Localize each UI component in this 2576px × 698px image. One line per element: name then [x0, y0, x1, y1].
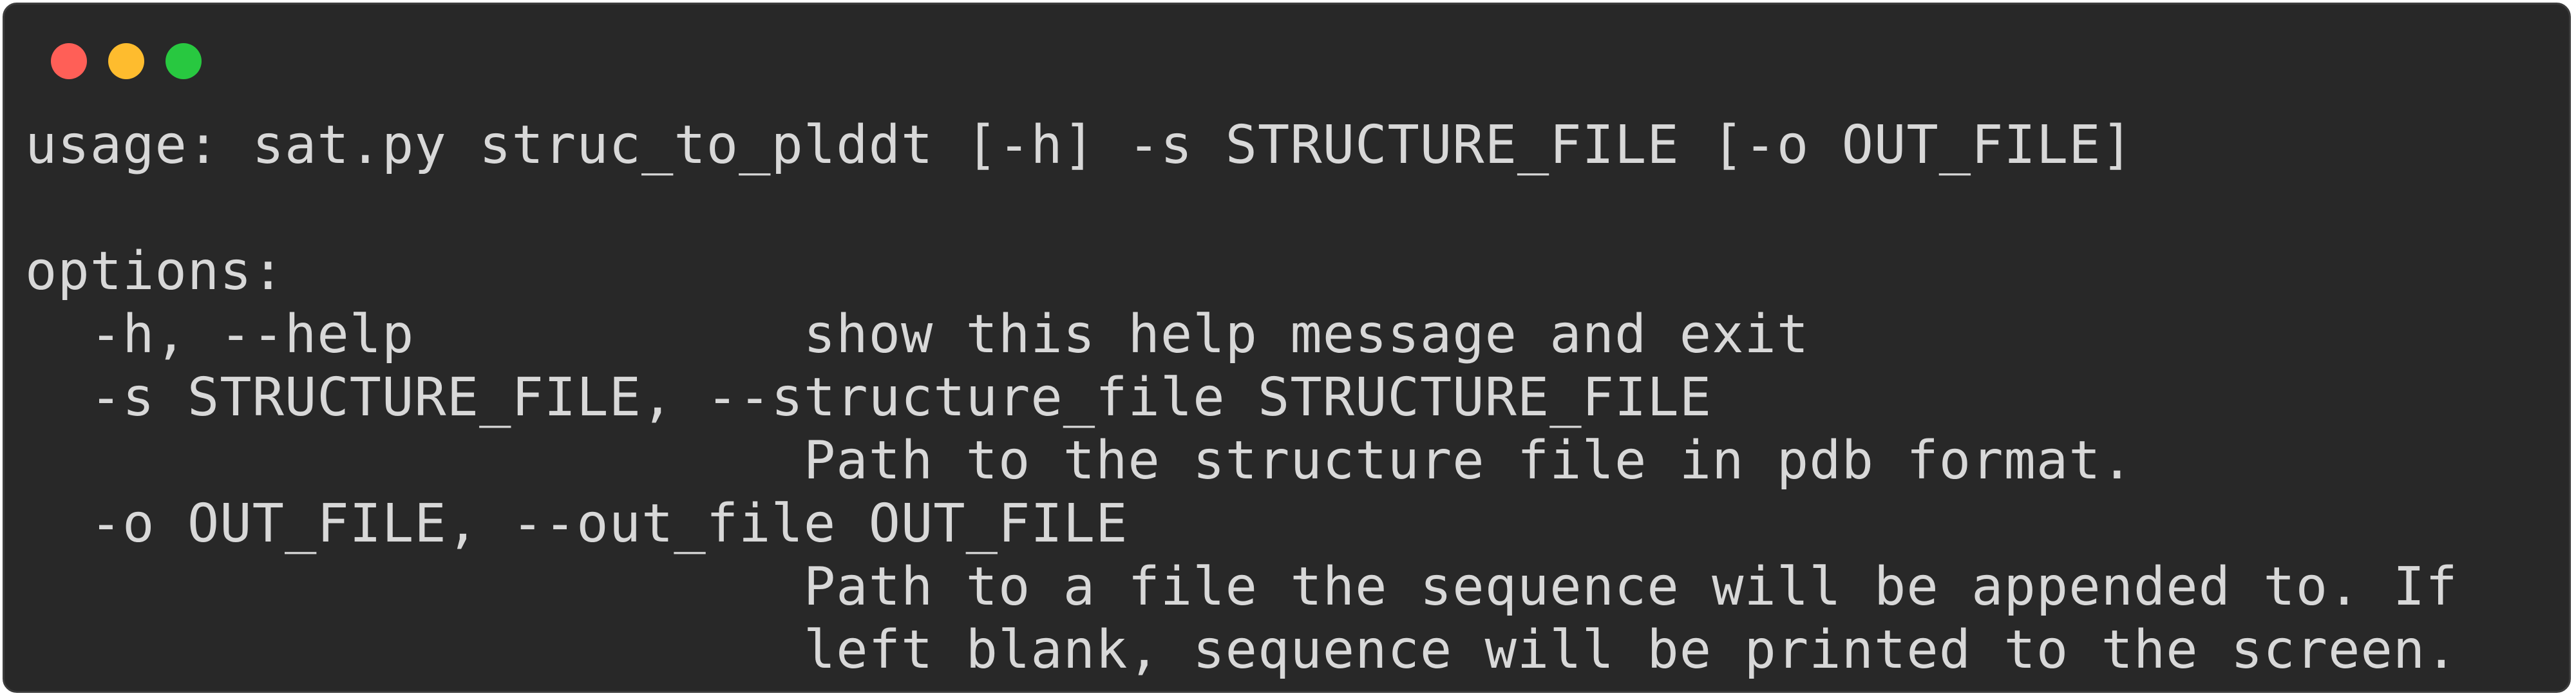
structure-option-line: -s STRUCTURE_FILE, --structure_file STRU…	[25, 367, 1712, 428]
options-heading: options:	[25, 241, 285, 302]
out-file-description-line-2: left blank, sequence will be printed to …	[25, 619, 2458, 681]
zoom-button[interactable]	[166, 43, 202, 79]
out-file-description-line-1: Path to a file the sequence will be appe…	[25, 556, 2458, 618]
structure-option-description: Path to the structure file in pdb format…	[25, 430, 2134, 491]
close-button[interactable]	[51, 43, 87, 79]
window-titlebar	[5, 5, 2569, 114]
terminal-window: usage: sat.py struc_to_plddt [-h] -s STR…	[3, 3, 2571, 693]
usage-line: usage: sat.py struc_to_plddt [-h] -s STR…	[25, 115, 2134, 176]
help-option-line: -h, --help show this help message and ex…	[25, 304, 1810, 365]
terminal-output: usage: sat.py struc_to_plddt [-h] -s STR…	[25, 114, 2556, 682]
out-file-option-line: -o OUT_FILE, --out_file OUT_FILE	[25, 493, 1128, 554]
minimize-button[interactable]	[108, 43, 144, 79]
